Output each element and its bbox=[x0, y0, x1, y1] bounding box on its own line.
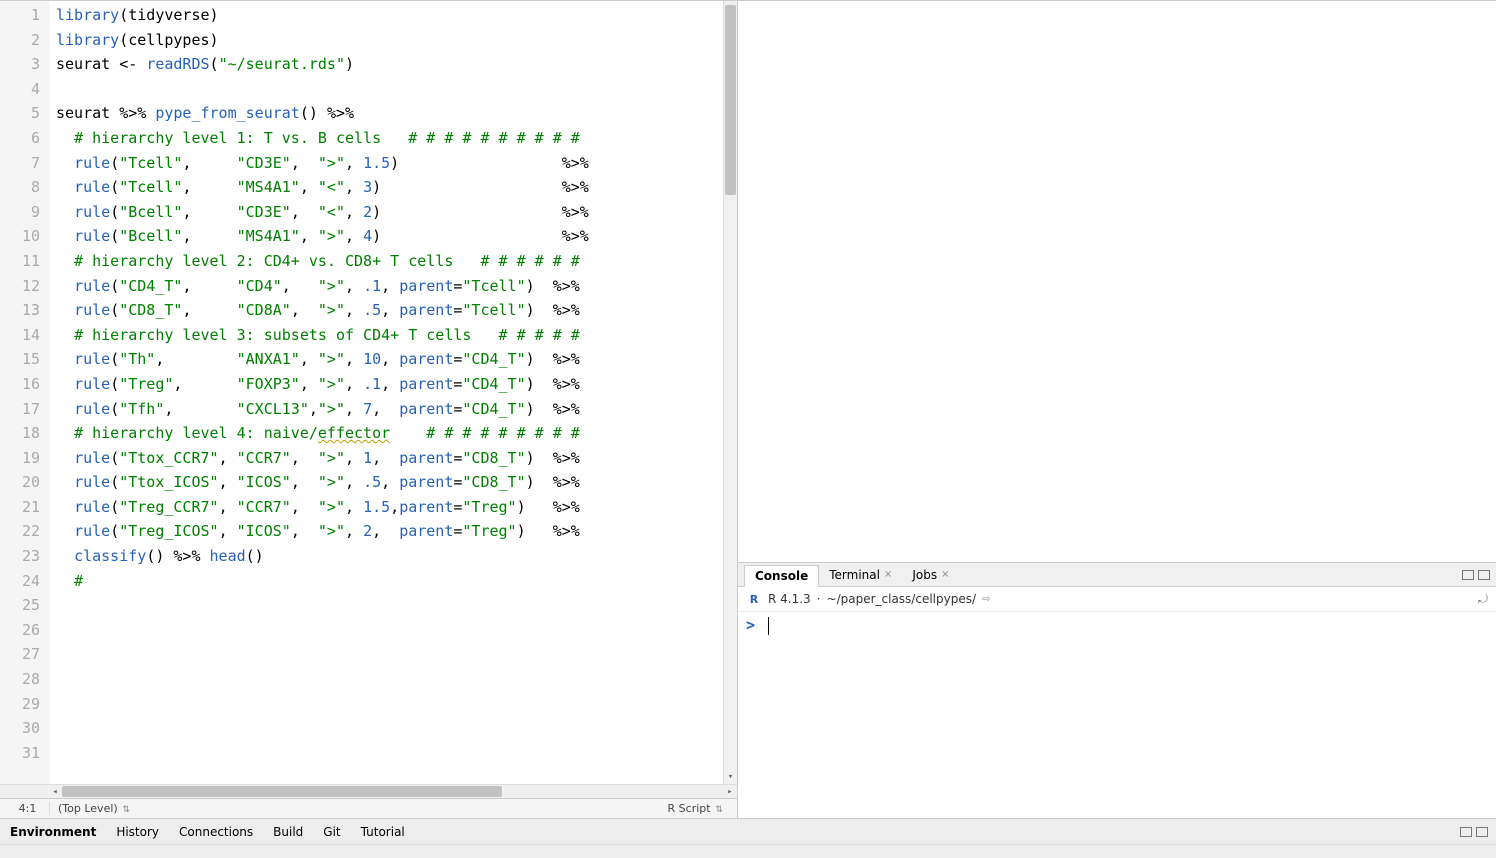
scroll-left-arrow[interactable]: ◂ bbox=[48, 787, 62, 797]
console-body[interactable]: > bbox=[738, 612, 1496, 818]
code-line[interactable] bbox=[56, 593, 737, 618]
code-line[interactable] bbox=[56, 618, 737, 643]
tab-environment[interactable]: Environment bbox=[0, 821, 106, 843]
environment-toolbar bbox=[0, 844, 1496, 858]
minimize-pane-icon[interactable] bbox=[1462, 570, 1474, 580]
code-line[interactable]: seurat <- readRDS("~/seurat.rds") bbox=[56, 52, 737, 77]
code-line[interactable]: classify() %>% head() bbox=[56, 544, 737, 569]
code-line[interactable]: rule("Treg_CCR7", "CCR7", ">", 1.5,paren… bbox=[56, 495, 737, 520]
r-version-label: R 4.1.3 bbox=[768, 592, 811, 606]
maximize-pane-icon[interactable] bbox=[1476, 827, 1488, 837]
code-line[interactable] bbox=[56, 642, 737, 667]
code-line[interactable]: rule("Ttox_CCR7", "CCR7", ">", 1, parent… bbox=[56, 446, 737, 471]
cursor-position[interactable]: 4:1 bbox=[6, 802, 50, 815]
code-line[interactable]: rule("CD4_T", "CD4", ">", .1, parent="Tc… bbox=[56, 274, 737, 299]
console-pane: ConsoleTerminal×Jobs× R R 4.1.3 · ~/pape… bbox=[738, 562, 1496, 818]
tab-tutorial[interactable]: Tutorial bbox=[351, 821, 415, 843]
code-line[interactable] bbox=[56, 692, 737, 717]
wd-go-icon[interactable]: ⇨ bbox=[982, 594, 990, 605]
horizontal-scrollbar-thumb[interactable] bbox=[62, 786, 502, 797]
minimize-pane-icon[interactable] bbox=[1460, 827, 1472, 837]
code-line[interactable]: # bbox=[56, 569, 737, 594]
maximize-pane-icon[interactable] bbox=[1478, 570, 1490, 580]
code-line[interactable]: rule("Ttox_ICOS", "ICOS", ">", .5, paren… bbox=[56, 470, 737, 495]
r-logo-icon: R bbox=[746, 591, 762, 607]
code-line[interactable]: # hierarchy level 4: naive/effector # # … bbox=[56, 421, 737, 446]
tab-console[interactable]: Console bbox=[744, 565, 819, 587]
console-tabbar: ConsoleTerminal×Jobs× bbox=[738, 563, 1496, 587]
code-line[interactable]: rule("Bcell", "CD3E", "<", 2) %>% bbox=[56, 200, 737, 225]
separator: · bbox=[817, 592, 821, 606]
code-line[interactable]: # hierarchy level 2: CD4+ vs. CD8+ T cel… bbox=[56, 249, 737, 274]
code-line[interactable]: rule("Tcell", "CD3E", ">", 1.5) %>% bbox=[56, 151, 737, 176]
code-line[interactable]: rule("Tcell", "MS4A1", "<", 3) %>% bbox=[56, 175, 737, 200]
code-line[interactable]: library(cellpypes) bbox=[56, 28, 737, 53]
scroll-right-arrow[interactable]: ▸ bbox=[723, 787, 737, 797]
close-icon[interactable]: × bbox=[941, 569, 949, 580]
code-line[interactable] bbox=[56, 667, 737, 692]
language-selector[interactable]: R Script ⇅ bbox=[660, 802, 731, 815]
close-icon[interactable]: × bbox=[884, 569, 892, 580]
code-line[interactable]: rule("Bcell", "MS4A1", ">", 4) %>% bbox=[56, 224, 737, 249]
code-line[interactable]: library(tidyverse) bbox=[56, 3, 737, 28]
code-line[interactable] bbox=[56, 77, 737, 102]
console-prompt: > bbox=[746, 616, 755, 634]
code-line[interactable]: rule("Treg", "FOXP3", ">", .1, parent="C… bbox=[56, 372, 737, 397]
code-editor[interactable]: library(tidyverse)library(cellpypes)seur… bbox=[50, 1, 737, 784]
editor-statusbar: 4:1 (Top Level) ⇅ R Script ⇅ bbox=[0, 798, 737, 818]
tab-git[interactable]: Git bbox=[313, 821, 350, 843]
vertical-scrollbar[interactable]: ▾ bbox=[723, 1, 737, 784]
console-info-bar: R R 4.1.3 · ~/paper_class/cellpypes/ ⇨ ⤾ bbox=[738, 587, 1496, 612]
tab-jobs[interactable]: Jobs× bbox=[902, 565, 959, 585]
working-directory[interactable]: ~/paper_class/cellpypes/ bbox=[827, 592, 977, 606]
code-line[interactable]: rule("CD8_T", "CD8A", ">", .5, parent="T… bbox=[56, 298, 737, 323]
tab-build[interactable]: Build bbox=[263, 821, 313, 843]
code-line[interactable]: rule("Th", "ANXA1", ">", 10, parent="CD4… bbox=[56, 347, 737, 372]
code-line[interactable] bbox=[56, 741, 737, 766]
plot-pane bbox=[738, 0, 1496, 562]
chevron-updown-icon: ⇅ bbox=[120, 805, 130, 815]
tab-history[interactable]: History bbox=[106, 821, 169, 843]
scope-selector[interactable]: (Top Level) ⇅ bbox=[50, 802, 138, 815]
tab-terminal[interactable]: Terminal× bbox=[819, 565, 902, 585]
right-column: ConsoleTerminal×Jobs× R R 4.1.3 · ~/pape… bbox=[738, 0, 1496, 818]
code-line[interactable]: # hierarchy level 1: T vs. B cells # # #… bbox=[56, 126, 737, 151]
source-pane: 1234567891011121314151617181920212223242… bbox=[0, 0, 738, 818]
line-number-gutter: 1234567891011121314151617181920212223242… bbox=[0, 1, 50, 784]
tab-connections[interactable]: Connections bbox=[169, 821, 263, 843]
environment-tabbar: EnvironmentHistoryConnectionsBuildGitTut… bbox=[0, 818, 1496, 844]
code-line[interactable]: rule("Treg_ICOS", "ICOS", ">", 2, parent… bbox=[56, 519, 737, 544]
editor-area[interactable]: 1234567891011121314151617181920212223242… bbox=[0, 1, 737, 784]
chevron-updown-icon: ⇅ bbox=[713, 805, 723, 815]
scroll-down-arrow[interactable]: ▾ bbox=[724, 770, 737, 784]
code-line[interactable]: seurat %>% pype_from_seurat() %>% bbox=[56, 101, 737, 126]
vertical-scrollbar-thumb[interactable] bbox=[725, 5, 736, 195]
horizontal-scrollbar[interactable]: ◂ ▸ bbox=[0, 784, 737, 798]
code-line[interactable]: # hierarchy level 3: subsets of CD4+ T c… bbox=[56, 323, 737, 348]
clear-console-icon[interactable]: ⤾ bbox=[1478, 592, 1488, 607]
code-line[interactable]: rule("Tfh", "CXCL13",">", 7, parent="CD4… bbox=[56, 397, 737, 422]
console-cursor bbox=[768, 617, 769, 635]
code-line[interactable] bbox=[56, 716, 737, 741]
